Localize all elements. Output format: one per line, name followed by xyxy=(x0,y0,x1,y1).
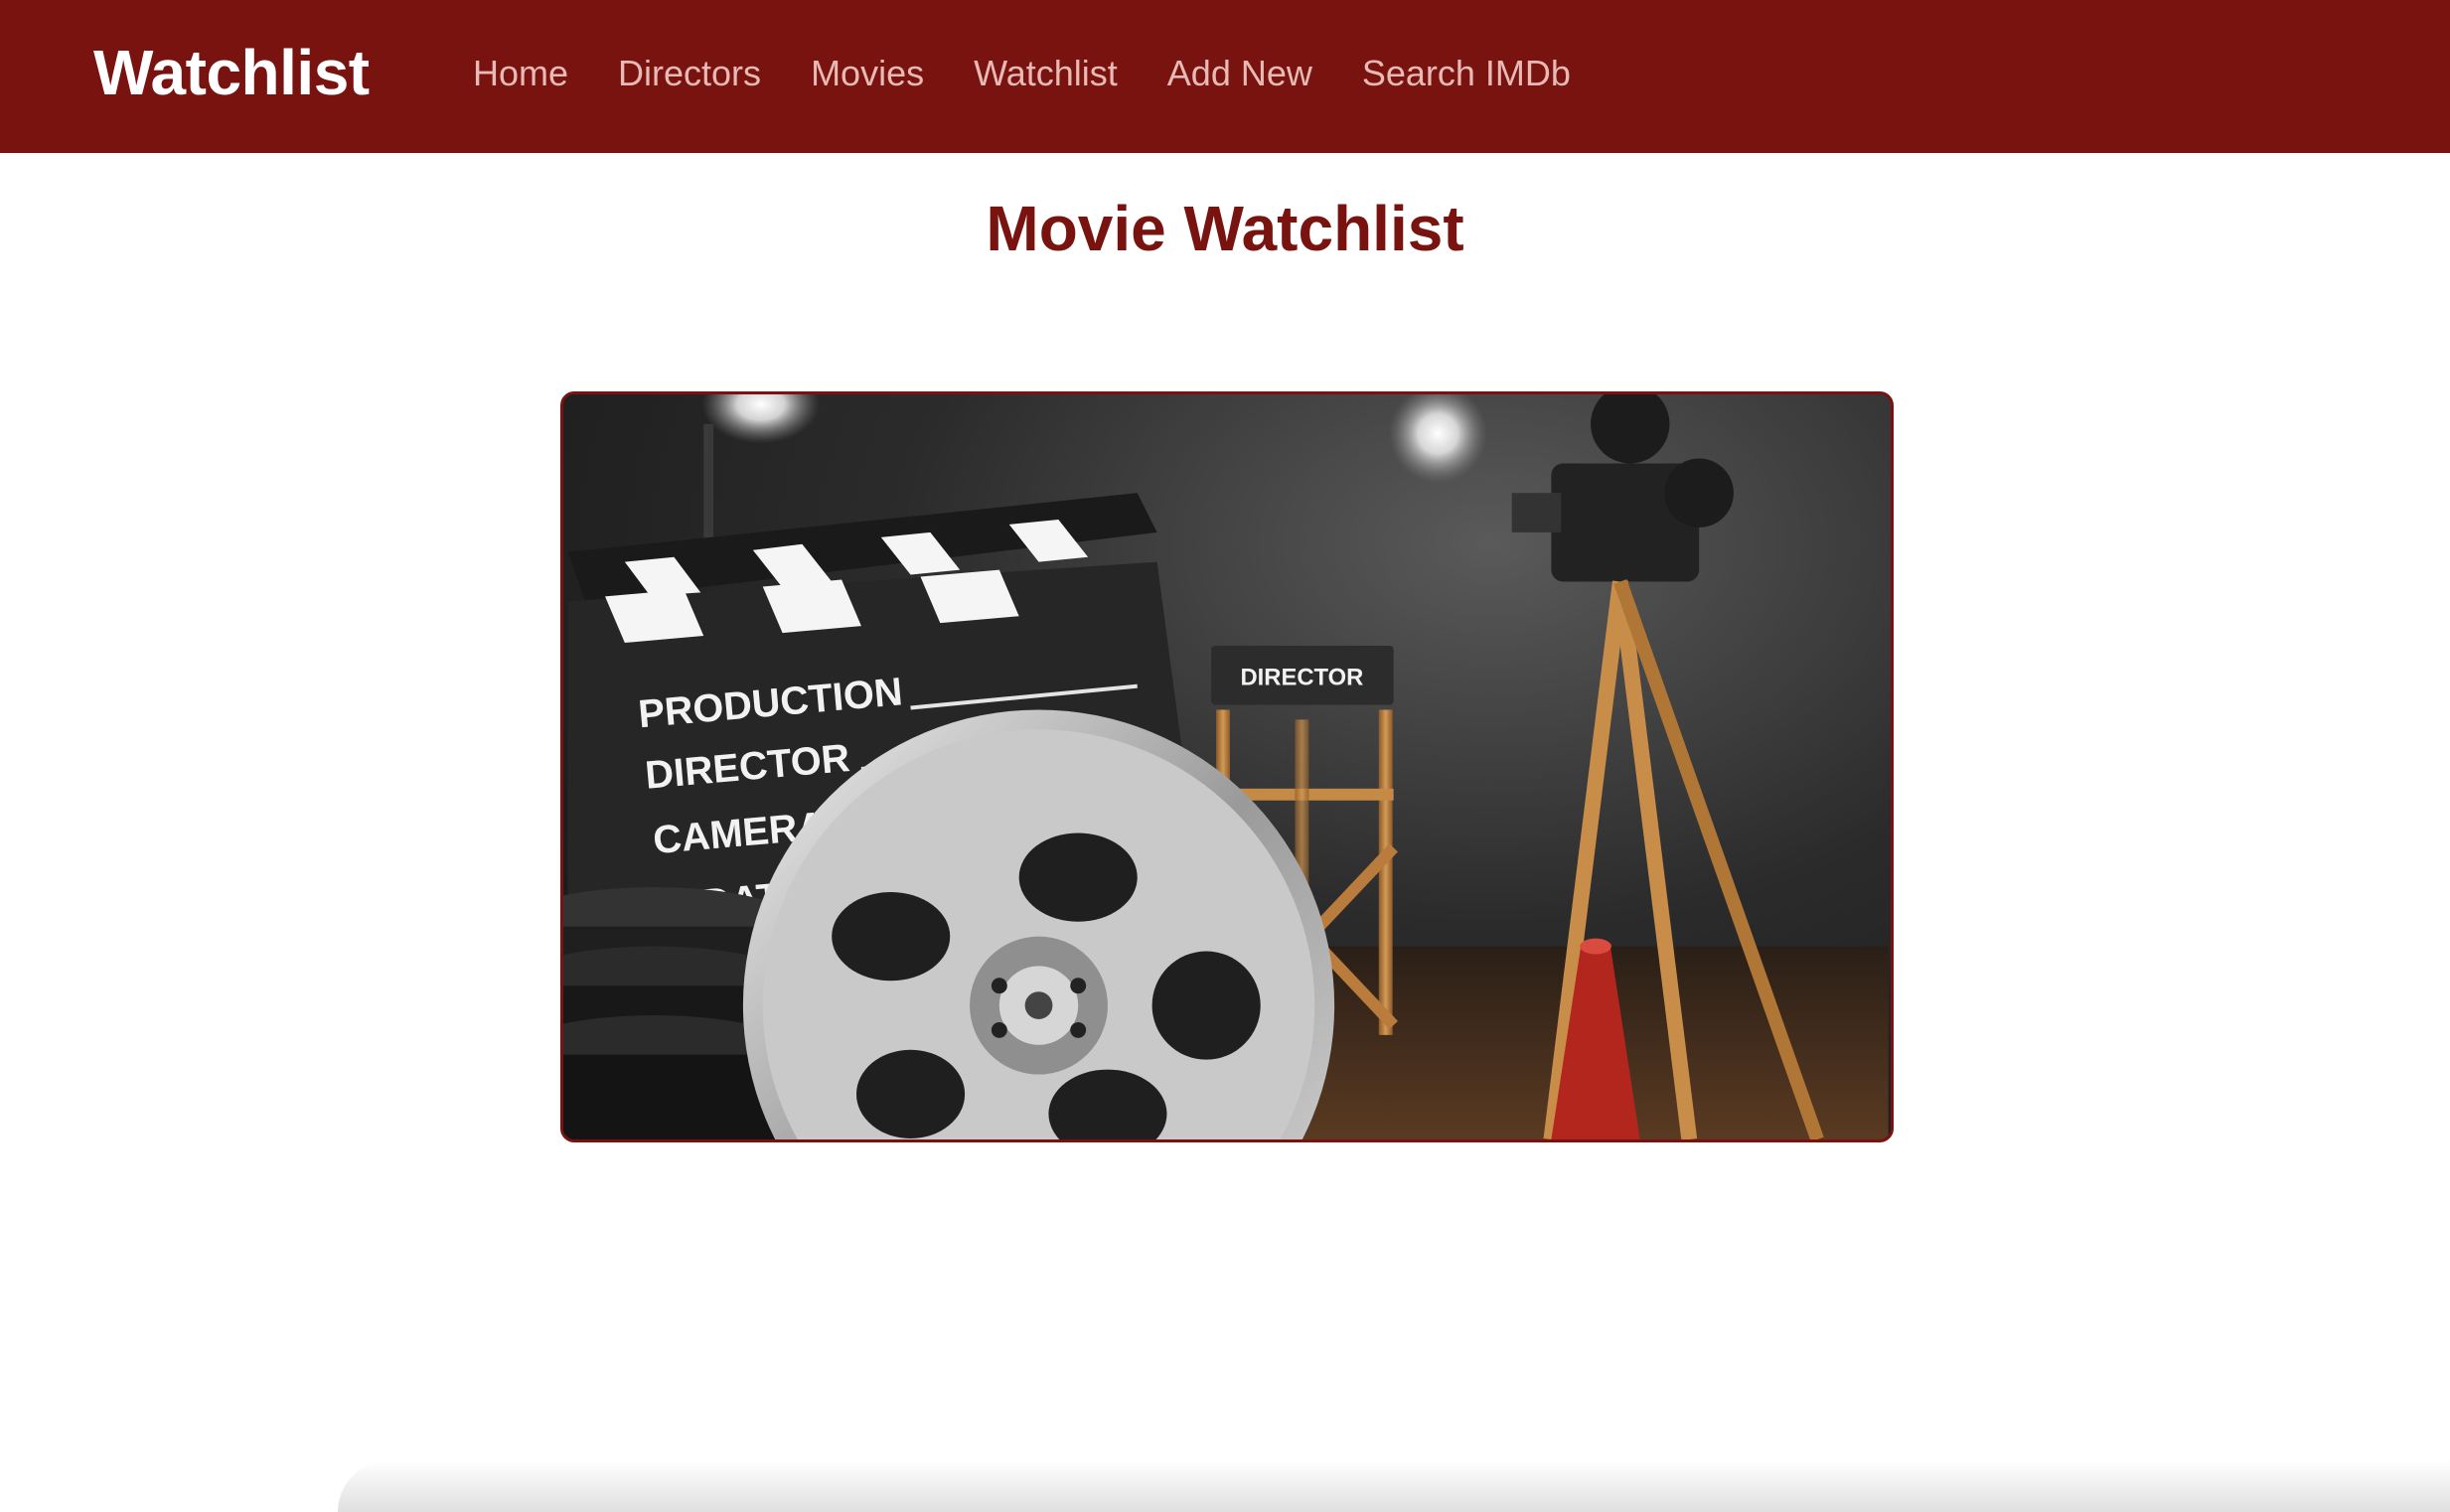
movie-production-illustration: DIRECTOR PRODUCTION DIRECTOR CAMERA xyxy=(563,394,1889,1139)
hero-image: DIRECTOR PRODUCTION DIRECTOR CAMERA xyxy=(560,391,1894,1142)
nav-link-home[interactable]: Home xyxy=(473,52,568,95)
chair-label: DIRECTOR xyxy=(1240,665,1363,691)
page-bottom-shadow xyxy=(338,1460,2450,1512)
nav-link-search-imdb[interactable]: Search IMDb xyxy=(1362,52,1571,95)
nav-link-directors[interactable]: Directors xyxy=(618,52,761,95)
nav-link-watchlist[interactable]: Watchlist xyxy=(974,52,1118,95)
spotlight-left xyxy=(701,394,821,444)
nav-link-add-new[interactable]: Add New xyxy=(1167,52,1312,95)
brand-logo[interactable]: Watchlist xyxy=(93,36,370,109)
page-title: Movie Watchlist xyxy=(986,193,1464,264)
spotlight-right xyxy=(1388,394,1487,484)
top-navbar: Watchlist Home Directors Movies Watchlis… xyxy=(0,0,2450,153)
main-nav: Home Directors Movies Watchlist Add New … xyxy=(473,52,1620,95)
nav-link-movies[interactable]: Movies xyxy=(811,52,924,95)
